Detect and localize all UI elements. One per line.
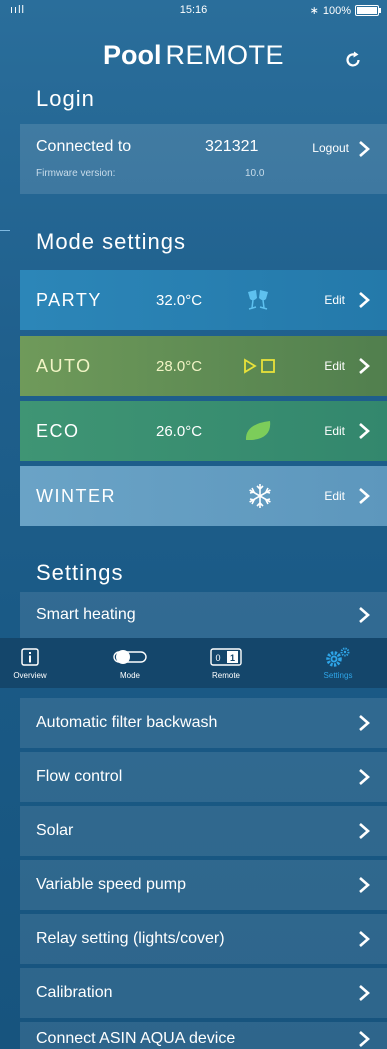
refresh-icon[interactable] [343,50,363,70]
gears-icon [326,647,350,667]
settings-item-filter-backwash[interactable]: Automatic filter backwash [20,698,387,748]
chevron-right-icon[interactable] [357,422,371,440]
tab-bar: Overview Mode 01 Remote Settings [0,638,387,688]
settings-item-connect-device[interactable]: Connect ASIN AQUA device [20,1022,387,1049]
tab-label: Mode [119,671,140,680]
settings-item-relay-setting[interactable]: Relay setting (lights/cover) [20,914,387,964]
info-icon [21,648,39,666]
logout-button[interactable]: Logout [312,141,349,155]
settings-item-flow-control[interactable]: Flow control [20,752,387,802]
settings-heading: Settings [36,560,124,585]
settings-item-smart-heating[interactable]: Smart heating [20,592,387,638]
auto-play-icon [244,358,275,374]
login-heading: Login [36,86,95,111]
settings-item-solar[interactable]: Solar [20,806,387,856]
divider [0,230,10,231]
chevron-right-icon[interactable] [357,984,371,1002]
settings-item-label: Automatic filter backwash [36,714,218,731]
connected-label: Connected to [36,138,132,155]
mode-row-party[interactable]: PARTY 32.0°C Edit [20,270,387,330]
mode-temp: 28.0°C [156,357,203,375]
switch-left-text: 0 [215,653,220,663]
edit-button[interactable]: Edit [324,424,345,438]
mode-name: AUTO [36,355,92,376]
settings-item-variable-speed-pump[interactable]: Variable speed pump [20,860,387,910]
firmware-label: Firmware version: [36,168,116,179]
switch-icon: 01 [210,648,242,666]
tab-label: Overview [13,671,47,680]
settings-item-label: Flow control [36,768,123,785]
settings-item-label: Variable speed pump [36,876,187,893]
tab-overview[interactable]: Overview [0,646,60,680]
status-bar: ııll 15:16 ∗ 100% [0,0,387,22]
mode-row-winter[interactable]: WINTER Edit [20,466,387,526]
settings-item-label: Smart heating [36,606,136,623]
mode-settings-heading: Mode settings [36,229,186,254]
settings-item-label: Calibration [36,984,113,1001]
tab-settings[interactable]: Settings [308,646,368,680]
toggle-icon [113,650,147,664]
edit-button[interactable]: Edit [324,489,345,503]
battery-icon [355,5,381,16]
app-title-bold: Pool [102,40,162,70]
chevron-right-icon[interactable] [357,768,371,786]
tab-mode[interactable]: Mode [100,646,160,680]
settings-item-label: Solar [36,822,74,839]
edit-button[interactable]: Edit [324,293,345,307]
chevron-right-icon[interactable] [357,291,371,309]
tab-remote[interactable]: 01 Remote [196,646,256,680]
mode-temp: 32.0°C [156,291,203,309]
snowflake-icon [249,484,271,508]
tab-label: Settings [323,671,353,680]
chevron-right-icon[interactable] [357,822,371,840]
settings-item-calibration[interactable]: Calibration [20,968,387,1018]
app-title: Pool REMOTE [0,40,387,71]
app-title-thin: REMOTE [165,40,284,70]
leaf-icon [245,421,271,440]
mode-name: WINTER [36,485,116,506]
mode-name: PARTY [36,289,102,310]
mode-temp: 26.0°C [156,422,203,440]
settings-item-label: Connect ASIN AQUA device [36,1030,236,1047]
mode-row-eco[interactable]: ECO 26.0°C Edit [20,401,387,461]
settings-item-label: Relay setting (lights/cover) [36,930,225,947]
mode-row-auto[interactable]: AUTO 28.0°C Edit [20,336,387,396]
firmware-value: 10.0 [245,168,265,179]
switch-right-text: 1 [230,653,235,663]
mode-name: ECO [36,420,80,441]
status-right: ∗ 100% [309,4,381,17]
connection-row[interactable]: Connected to 321321 Logout Firmware vers… [20,124,387,194]
edit-button[interactable]: Edit [324,359,345,373]
chevron-right-icon[interactable] [357,714,371,732]
device-id: 321321 [205,138,259,155]
chevron-right-icon[interactable] [357,487,371,505]
chevron-right-icon[interactable] [357,357,371,375]
chevron-right-icon[interactable] [357,140,371,158]
chevron-right-icon[interactable] [357,606,371,624]
chevron-right-icon[interactable] [357,876,371,894]
battery-percent: 100% [322,4,351,17]
chevron-right-icon[interactable] [357,930,371,948]
party-glasses-icon [248,290,268,310]
tab-label: Remote [211,671,240,680]
chevron-right-icon[interactable] [357,1030,371,1048]
bluetooth-icon: ∗ [309,5,319,17]
